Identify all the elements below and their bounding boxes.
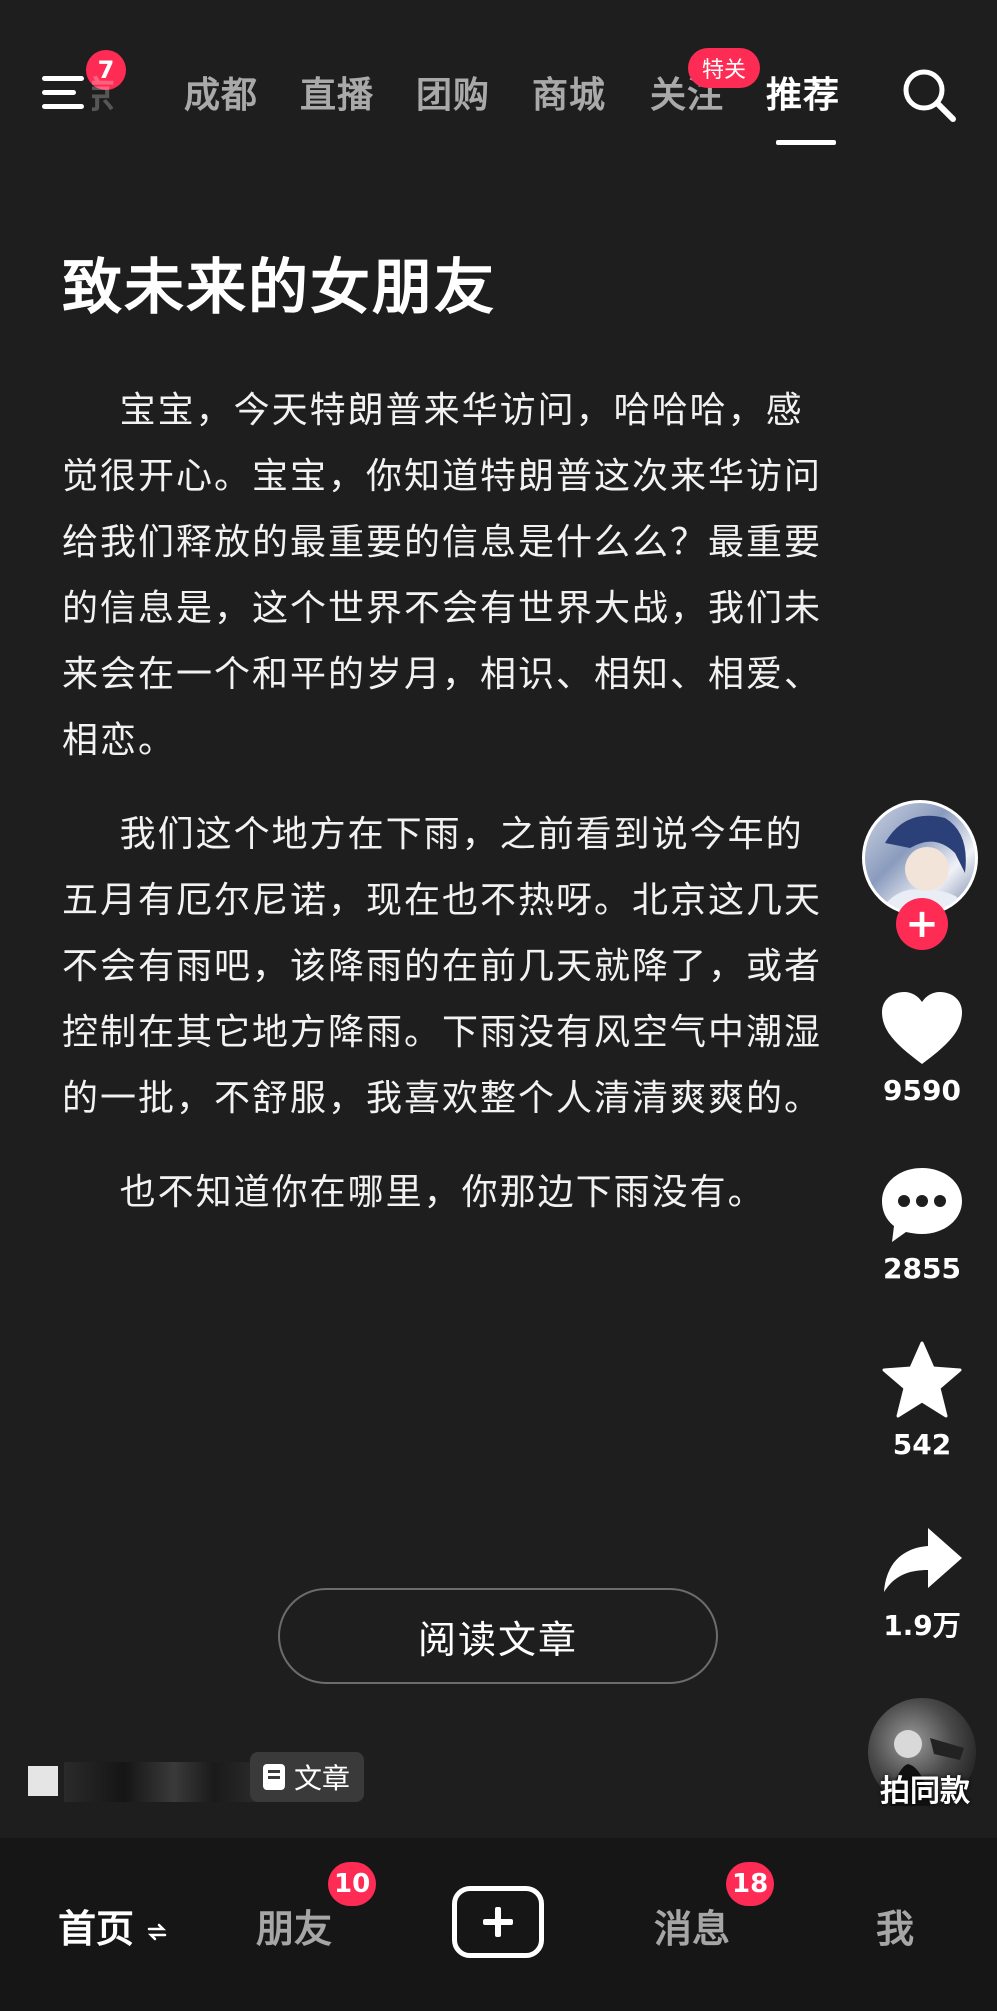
like-count: 9590: [883, 1074, 961, 1107]
heart-icon: [882, 992, 962, 1064]
comment-count: 2855: [883, 1252, 961, 1285]
messages-badge: 18: [726, 1862, 775, 1906]
comment-icon: [882, 1168, 962, 1242]
tab-recommend[interactable]: 推荐: [766, 66, 840, 118]
top-bar: 7 京 成都 直播 团购 商城 关注 推荐 特关: [0, 0, 997, 160]
nav-me[interactable]: 我: [876, 1898, 914, 1953]
article-paragraph: 宝宝，今天特朗普来华访问，哈哈哈，感觉很开心。宝宝，你知道特朗普这次来华访问给我…: [62, 390, 823, 761]
share-arrow-icon: [884, 1528, 962, 1592]
article-tag-label: 文章: [294, 1762, 351, 1795]
friends-badge: 10: [328, 1862, 377, 1906]
article-content: 致未来的女朋友 宝宝，今天特朗普来华访问，哈哈哈，感觉很开心。宝宝，你知道特朗普…: [62, 248, 822, 1254]
create-button[interactable]: [452, 1886, 544, 1958]
refresh-swap-icon: [148, 1923, 167, 1940]
article-title: 致未来的女朋友: [62, 253, 496, 323]
screen: 7 京 成都 直播 团购 商城 关注 推荐 特关 致未来的女朋友 宝宝，今天特朗…: [0, 0, 997, 2011]
like-action[interactable]: 9590: [862, 990, 982, 1107]
follow-plus-button[interactable]: +: [896, 898, 948, 950]
shoot-same-label[interactable]: 拍同款: [860, 1766, 990, 1810]
comment-action[interactable]: 2855: [862, 1166, 982, 1285]
read-article-button[interactable]: 阅读文章: [278, 1588, 718, 1684]
share-count: 1.9万: [883, 1609, 961, 1642]
article-paragraph: 我们这个地方在下雨，之前看到说今年的五月有厄尔尼诺，现在也不热呀。北京这几天不会…: [62, 814, 823, 1119]
search-icon[interactable]: [900, 66, 958, 124]
tab-city-partial[interactable]: 京: [92, 66, 116, 118]
author-name-redacted[interactable]: [64, 1762, 264, 1802]
nav-home[interactable]: 首页: [58, 1898, 167, 1953]
favorite-action[interactable]: 542: [862, 1340, 982, 1461]
author-avatar-redacted[interactable]: [28, 1766, 58, 1796]
document-icon: [263, 1764, 285, 1790]
tab-chengdu[interactable]: 成都: [184, 66, 258, 118]
nav-friends[interactable]: 朋友: [256, 1898, 332, 1953]
plus-icon: [483, 1907, 513, 1937]
nav-home-label: 首页: [58, 1907, 135, 1951]
share-action[interactable]: 1.9万: [862, 1524, 982, 1644]
star-icon: [882, 1341, 962, 1418]
tab-live[interactable]: 直播: [300, 66, 374, 118]
nav-messages[interactable]: 消息: [654, 1898, 730, 1953]
article-paragraph: 也不知道你在哪里，你那边下雨没有。: [119, 1172, 766, 1213]
favorite-count: 542: [892, 1428, 952, 1461]
tab-group-buy[interactable]: 团购: [416, 66, 490, 118]
article-type-tag[interactable]: 文章: [250, 1752, 365, 1802]
following-special-badge: 特关: [688, 48, 760, 88]
tab-mall[interactable]: 商城: [532, 66, 606, 118]
bottom-nav: 首页 朋友 10 消息 18 我: [0, 1838, 997, 2011]
active-tab-indicator: [776, 140, 836, 145]
